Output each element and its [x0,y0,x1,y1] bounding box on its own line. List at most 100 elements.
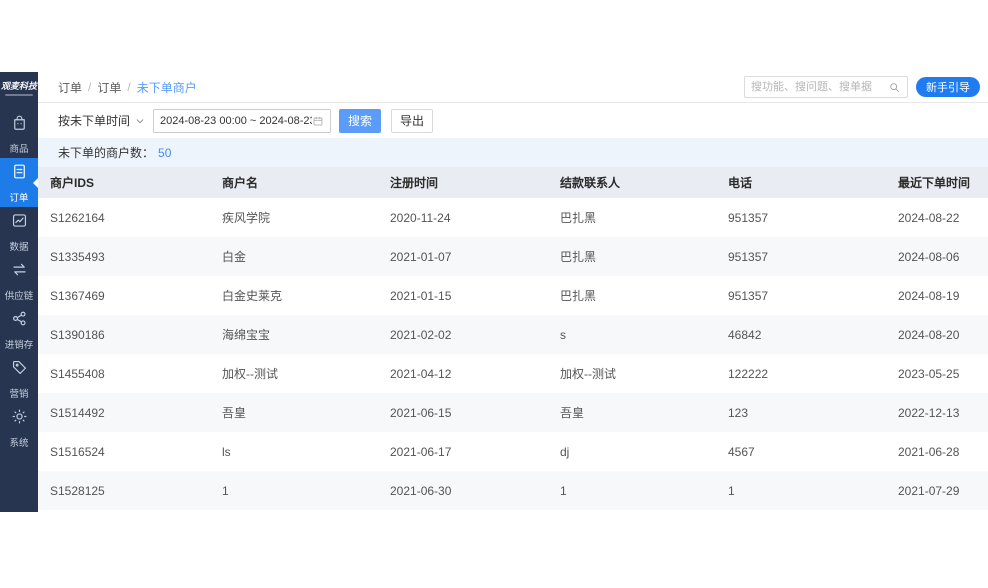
sidebar: 观麦科技 商品 订单 数据 供应链 进销存 [0,72,38,512]
cell-merchant-id: S1390186 [38,315,210,354]
filter-type-label: 按未下单时间 [58,112,130,129]
cell-last-order-time: 2024-08-19 [886,276,988,315]
table-row[interactable]: S1367469 白金史莱克 2021-01-15 巴扎黑 951357 202… [38,276,988,315]
breadcrumb-separator: / [88,80,91,94]
table-row[interactable]: S1262164 疾风学院 2020-11-24 巴扎黑 951357 2024… [38,198,988,237]
merchant-count-bar: 未下单的商户数： 50 [38,138,988,167]
filter-type-select[interactable]: 按未下单时间 [58,112,145,129]
chart-icon [10,211,29,235]
cell-last-order-time: 2021-06-28 [886,432,988,471]
global-search-input[interactable] [751,81,888,93]
table-row[interactable]: S1335493 白金 2021-01-07 巴扎黑 951357 2024-0… [38,237,988,276]
gear-icon [10,407,29,431]
cell-merchant-name: 加权--测试 [210,354,378,393]
cell-settle-contact: 巴扎黑 [548,198,716,237]
table-row[interactable]: S1390186 海绵宝宝 2021-02-02 s 46842 2024-08… [38,315,988,354]
cell-phone: 951357 [716,276,886,315]
cell-settle-contact: s [548,315,716,354]
sidebar-item-goods[interactable]: 商品 [0,109,38,158]
sidebar-item-label: 数据 [10,238,29,252]
cell-phone: 951357 [716,237,886,276]
cell-merchant-name: 白金 [210,237,378,276]
sidebar-item-label: 订单 [10,189,29,203]
bag-icon [10,113,29,137]
cell-merchant-name: 1 [210,471,378,510]
cell-last-order-time: 2021-07-29 [886,471,988,510]
order-document-icon [10,162,29,186]
cell-last-order-time: 2023-05-25 [886,354,988,393]
cell-register-time: 2021-06-17 [378,432,548,471]
table-row[interactable]: S1514492 吾皇 2021-06-15 吾皇 123 2022-12-13 [38,393,988,432]
search-icon [888,81,901,94]
breadcrumb-item[interactable]: 订单 [58,79,82,96]
cell-phone: 46842 [716,315,886,354]
breadcrumb: 订单 / 订单 / 未下单商户 [58,79,197,96]
price-tag-icon [10,358,29,382]
cell-last-order-time: 2024-08-06 [886,237,988,276]
column-header-phone: 电话 [716,167,886,198]
sidebar-item-data[interactable]: 数据 [0,207,38,256]
cell-settle-contact: 1 [548,471,716,510]
cell-merchant-id: S1514492 [38,393,210,432]
sidebar-item-orders[interactable]: 订单 [0,158,38,207]
column-header-last-order-time: 最近下单时间 [886,167,988,198]
sidebar-item-label: 供应链 [5,287,34,301]
cell-settle-contact: 巴扎黑 [548,276,716,315]
column-header-settle-contact: 结款联系人 [548,167,716,198]
cell-register-time: 2021-01-07 [378,237,548,276]
cell-merchant-name: 吾皇 [210,393,378,432]
cell-merchant-name: ls [210,432,378,471]
filter-bar: 按未下单时间 搜索 导出 [38,103,988,138]
cell-phone: 951357 [716,198,886,237]
column-header-merchant-id: 商户IDS [38,167,210,198]
cell-settle-contact: dj [548,432,716,471]
date-range-input[interactable] [160,115,312,127]
cell-phone: 122222 [716,354,886,393]
breadcrumb-current: 未下单商户 [137,79,197,96]
table-row[interactable]: S1528125 1 2021-06-30 1 1 2021-07-29 [38,471,988,510]
logo-subtitle-line [5,94,33,96]
cell-register-time: 2021-01-15 [378,276,548,315]
cell-last-order-time: 2022-12-13 [886,393,988,432]
calendar-icon [312,115,324,127]
breadcrumb-separator: / [127,80,130,94]
cell-register-time: 2021-06-15 [378,393,548,432]
cell-merchant-name: 海绵宝宝 [210,315,378,354]
cell-settle-contact: 加权--测试 [548,354,716,393]
sidebar-item-label: 营销 [10,385,29,399]
merchants-table: 商户IDS 商户名 注册时间 结款联系人 电话 最近下单时间 S1262164 … [38,167,988,510]
cell-merchant-id: S1516524 [38,432,210,471]
sidebar-item-marketing[interactable]: 营销 [0,354,38,403]
cell-phone: 4567 [716,432,886,471]
cell-register-time: 2021-06-30 [378,471,548,510]
topbar-right: 新手引导 [744,76,980,98]
logo-title: 观麦科技 [1,79,37,92]
cell-settle-contact: 巴扎黑 [548,237,716,276]
export-button[interactable]: 导出 [391,109,433,133]
logo: 观麦科技 [0,72,38,103]
global-search-box[interactable] [744,76,908,98]
sidebar-item-label: 进销存 [5,336,34,350]
table-row[interactable]: S1516524 ls 2021-06-17 dj 4567 2021-06-2… [38,432,988,471]
merchant-count-value: 50 [158,146,171,160]
search-button[interactable]: 搜索 [339,109,381,133]
cell-register-time: 2021-04-12 [378,354,548,393]
date-range-picker[interactable] [153,109,331,133]
sidebar-item-system[interactable]: 系统 [0,403,38,452]
cell-last-order-time: 2024-08-20 [886,315,988,354]
cell-merchant-id: S1455408 [38,354,210,393]
sidebar-item-supply-chain[interactable]: 供应链 [0,256,38,305]
sidebar-item-inventory[interactable]: 进销存 [0,305,38,354]
cell-merchant-id: S1528125 [38,471,210,510]
cell-settle-contact: 吾皇 [548,393,716,432]
cell-merchant-id: S1367469 [38,276,210,315]
cell-register-time: 2020-11-24 [378,198,548,237]
topbar: 订单 / 订单 / 未下单商户 新手引导 [38,72,988,103]
column-header-merchant-name: 商户名 [210,167,378,198]
swap-arrows-icon [10,260,29,284]
cell-last-order-time: 2024-08-22 [886,198,988,237]
merchant-count-label: 未下单的商户数： [58,144,154,161]
newbie-guide-button[interactable]: 新手引导 [916,77,980,97]
table-row[interactable]: S1455408 加权--测试 2021-04-12 加权--测试 122222… [38,354,988,393]
breadcrumb-item[interactable]: 订单 [97,79,121,96]
